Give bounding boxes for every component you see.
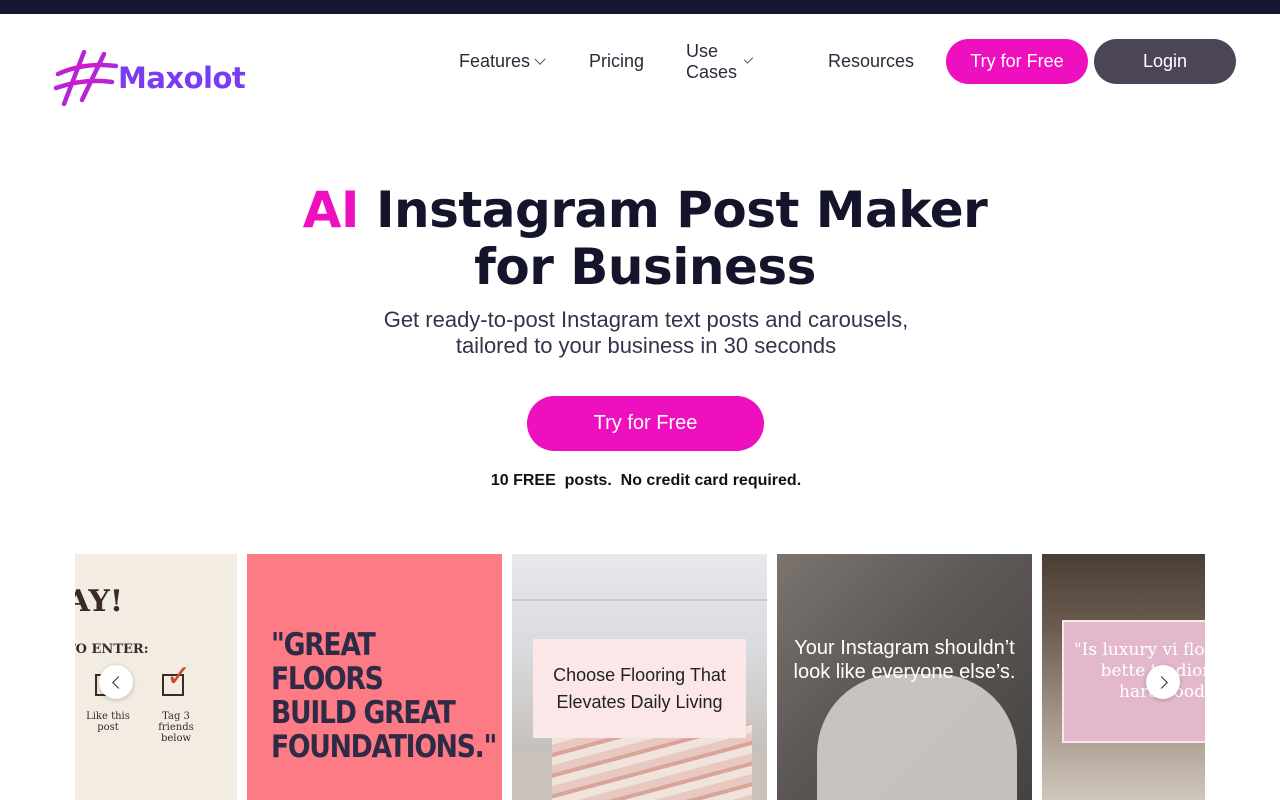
chevron-left-icon[interactable] xyxy=(99,665,133,699)
to-enter-label: TO ENTER: xyxy=(75,642,149,657)
chevron-right-icon[interactable] xyxy=(1146,665,1180,699)
hero-subtitle: Get ready-to-post Instagram text posts a… xyxy=(0,307,1280,359)
hero-title-line2: for Business xyxy=(474,238,816,296)
hero-title: AI Instagram Post Maker for Business xyxy=(0,182,1280,296)
nav-resources-label: Resources xyxy=(828,51,915,71)
giveaway-headline: EAWAY! xyxy=(75,584,123,619)
example-posts-carousel[interactable]: EAWAY! TO ENTER: ✓ ✓ Like this post Tag … xyxy=(75,554,1205,800)
person-image xyxy=(817,674,1017,800)
entry-step-label: Tag 3 friends below xyxy=(158,711,194,744)
card-caption: "Is luxury vi flooring bette tradiona ha… xyxy=(1073,640,1205,702)
hero-subtitle-line2: tailored to your business in 30 seconds xyxy=(455,333,837,358)
login-button[interactable]: Login xyxy=(1094,39,1236,84)
nav-use-cases-label: Use Cases xyxy=(686,40,738,82)
hashtag-logo-icon xyxy=(54,50,119,106)
carousel-card-flooring[interactable]: Choose Flooring That Elevates Daily Livi… xyxy=(512,554,767,800)
nav-pricing[interactable]: Pricing xyxy=(589,51,644,72)
chevron-down-icon xyxy=(743,53,754,64)
carousel-card-luxury[interactable]: "Is luxury vi flooring bette tradiona ha… xyxy=(1042,554,1205,800)
carousel-card-instagram[interactable]: Your Instagram shouldn’t look like every… xyxy=(777,554,1032,800)
logo-text: Maxolot xyxy=(118,61,246,95)
card-caption: Choose Flooring That Elevates Daily Livi… xyxy=(533,639,746,738)
try-for-free-hero-button[interactable]: Try for Free xyxy=(527,396,764,451)
nav-features[interactable]: Features xyxy=(459,51,546,72)
hero-title-line1: Instagram Post Maker xyxy=(359,181,988,239)
entry-step-label: Like this post xyxy=(86,711,130,733)
free-posts-note: 10 FREE posts. No credit card required. xyxy=(490,472,802,489)
carousel-card-quote[interactable]: "GREAT FLOORS BUILD GREAT FOUNDATIONS." xyxy=(247,554,502,800)
hero-title-accent: AI xyxy=(302,181,360,239)
hero-subtitle-line1: Get ready-to-post Instagram text posts a… xyxy=(383,307,909,332)
ceiling-line xyxy=(512,599,767,601)
card-caption: Your Instagram shouldn’t look like every… xyxy=(793,637,1016,683)
nav-resources[interactable]: Resources xyxy=(828,51,914,72)
card-quote-text: "GREAT FLOORS BUILD GREAT FOUNDATIONS." xyxy=(271,627,497,765)
nav-pricing-label: Pricing xyxy=(589,51,645,71)
checkmark-icon: ✓ xyxy=(166,660,192,693)
chevron-down-icon xyxy=(534,53,546,65)
nav-features-label: Features xyxy=(459,51,531,71)
logo[interactable]: Maxolot xyxy=(54,50,246,106)
top-strip xyxy=(0,0,1280,14)
try-for-free-header-button[interactable]: Try for Free xyxy=(946,39,1088,84)
nav-use-cases[interactable]: Use Cases xyxy=(686,40,754,83)
